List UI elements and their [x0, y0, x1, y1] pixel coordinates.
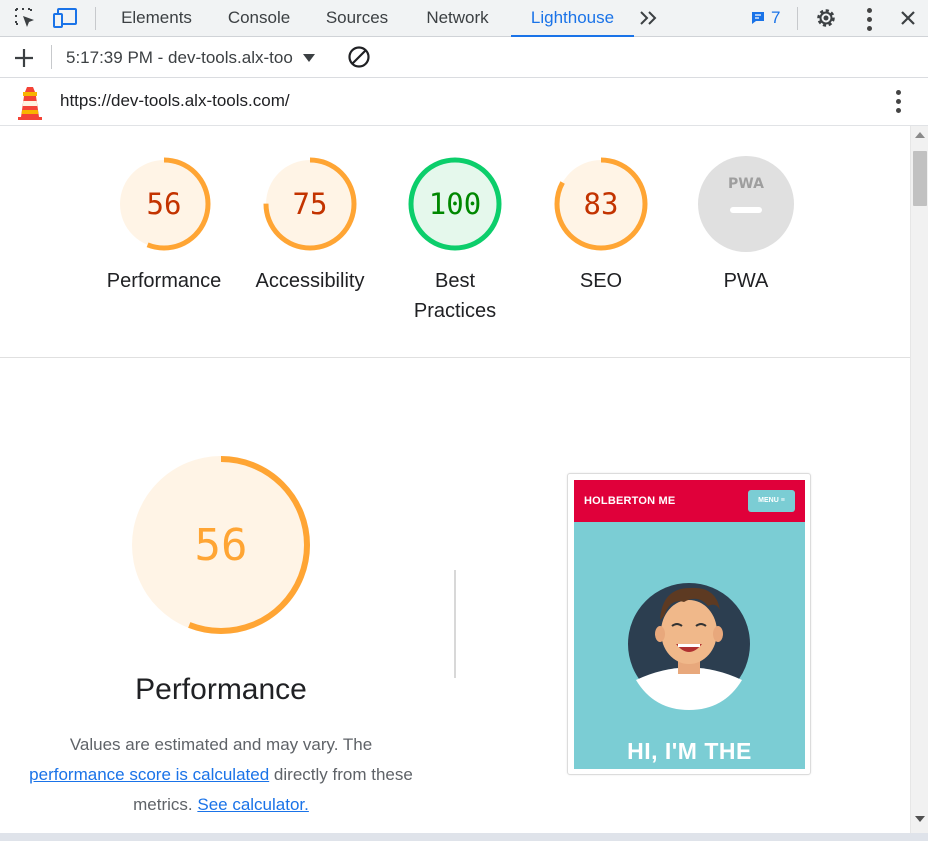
new-report-plus-icon[interactable]	[11, 46, 37, 70]
gauge-best-practices-score: 100	[429, 187, 481, 221]
tab-lighthouse[interactable]: Lighthouse	[511, 0, 634, 37]
gauge-seo[interactable]: 83 SEO	[536, 156, 666, 296]
lighthouse-logo-icon	[15, 84, 45, 125]
gauge-accessibility[interactable]: 75 Accessibility	[245, 156, 375, 296]
report-url-bar: https://dev-tools.alx-tools.com/	[0, 78, 928, 126]
gauge-best-practices-label: Best Practices	[390, 266, 520, 326]
gauge-performance-ring: 56	[117, 157, 211, 251]
tab-network[interactable]: Network	[410, 0, 505, 37]
performance-main-gauge: 56	[130, 454, 312, 641]
performance-description: Values are estimated and may vary. The p…	[0, 730, 442, 820]
issues-count: 7	[771, 8, 781, 27]
screenshot-menu-button: MENU ≡	[748, 490, 795, 512]
see-calculator-link[interactable]: See calculator.	[197, 795, 309, 814]
gauge-performance-score: 56	[147, 187, 182, 221]
inspect-element-icon[interactable]	[12, 6, 38, 30]
issues-icon	[752, 12, 764, 24]
gauge-accessibility-label: Accessibility	[255, 270, 365, 292]
tab-elements[interactable]: Elements	[108, 0, 205, 37]
scroll-up-arrow-icon[interactable]	[915, 132, 925, 138]
gauge-accessibility-score: 75	[293, 187, 328, 221]
bottom-drawer-edge	[0, 833, 928, 841]
gauge-seo-label: SEO	[579, 270, 623, 292]
gauge-performance-label: Performance	[106, 270, 222, 292]
performance-main-score: 56	[195, 520, 248, 571]
pwa-badge-icon: PWA	[698, 156, 794, 252]
gauge-accessibility-ring: 75	[263, 157, 357, 251]
pwa-badge-text: PWA	[728, 176, 764, 192]
close-icon[interactable]	[895, 6, 921, 30]
settings-gear-icon[interactable]	[813, 6, 839, 30]
performance-score-calculated-link[interactable]: performance score is calculated	[29, 765, 269, 784]
screenshot-hero-text: HI, I'M THE	[627, 738, 752, 764]
report-tools-menu-icon[interactable]	[895, 90, 901, 113]
report-url: https://dev-tools.alx-tools.com/	[60, 91, 290, 110]
gauge-best-practices[interactable]: 100 Best Practices	[390, 156, 520, 326]
avatar-illustration-icon	[628, 583, 750, 710]
issues-counter[interactable]: 7	[750, 8, 780, 28]
scroll-down-arrow-icon[interactable]	[915, 816, 925, 822]
gauge-best-practices-label-line1: Best	[434, 270, 476, 292]
chevron-down-icon	[302, 53, 315, 62]
devtools-tabbar: Elements Console Sources Network Lightho…	[0, 0, 928, 37]
device-toolbar-icon[interactable]	[53, 6, 79, 30]
gauge-best-practices-label-line2: Practices	[413, 300, 497, 322]
gauge-seo-ring: 83	[554, 157, 648, 251]
gauge-performance[interactable]: 56 Performance	[99, 156, 229, 296]
toolbar-divider	[95, 7, 96, 30]
customize-menu-icon[interactable]	[866, 8, 872, 31]
final-screenshot[interactable]: HOLBERTON ME MENU ≡ HI, I'M THE	[567, 473, 811, 775]
lighthouse-toolbar: 5:17:39 PM - dev-tools.alx-too	[0, 37, 928, 78]
gauge-pwa[interactable]: PWA PWA	[681, 156, 811, 296]
report-selector-label: 5:17:39 PM - dev-tools.alx-too	[66, 48, 293, 67]
toolbar-divider	[51, 45, 52, 69]
performance-description-text: Values are estimated and may vary. The	[69, 735, 373, 754]
scrollbar-thumb[interactable]	[913, 151, 927, 206]
final-screenshot-image: HOLBERTON ME MENU ≡ HI, I'M THE	[574, 480, 805, 769]
report-selector[interactable]: 5:17:39 PM - dev-tools.alx-too	[66, 37, 315, 78]
clear-all-icon[interactable]	[346, 45, 372, 69]
gauge-seo-score: 83	[584, 187, 619, 221]
tab-sources[interactable]: Sources	[313, 0, 401, 37]
gauge-pwa-label: PWA	[723, 270, 769, 292]
performance-title: Performance	[135, 673, 307, 706]
vertical-divider	[454, 570, 456, 678]
tab-console[interactable]: Console	[214, 0, 304, 37]
screenshot-header: HOLBERTON ME MENU ≡	[574, 480, 805, 522]
more-tabs-icon[interactable]	[636, 6, 662, 30]
screenshot-brand: HOLBERTON ME	[584, 495, 676, 507]
report-scrollbar[interactable]	[910, 126, 928, 833]
toolbar-divider	[797, 7, 798, 30]
section-divider	[0, 357, 910, 358]
gauge-best-practices-ring: 100	[408, 157, 502, 251]
